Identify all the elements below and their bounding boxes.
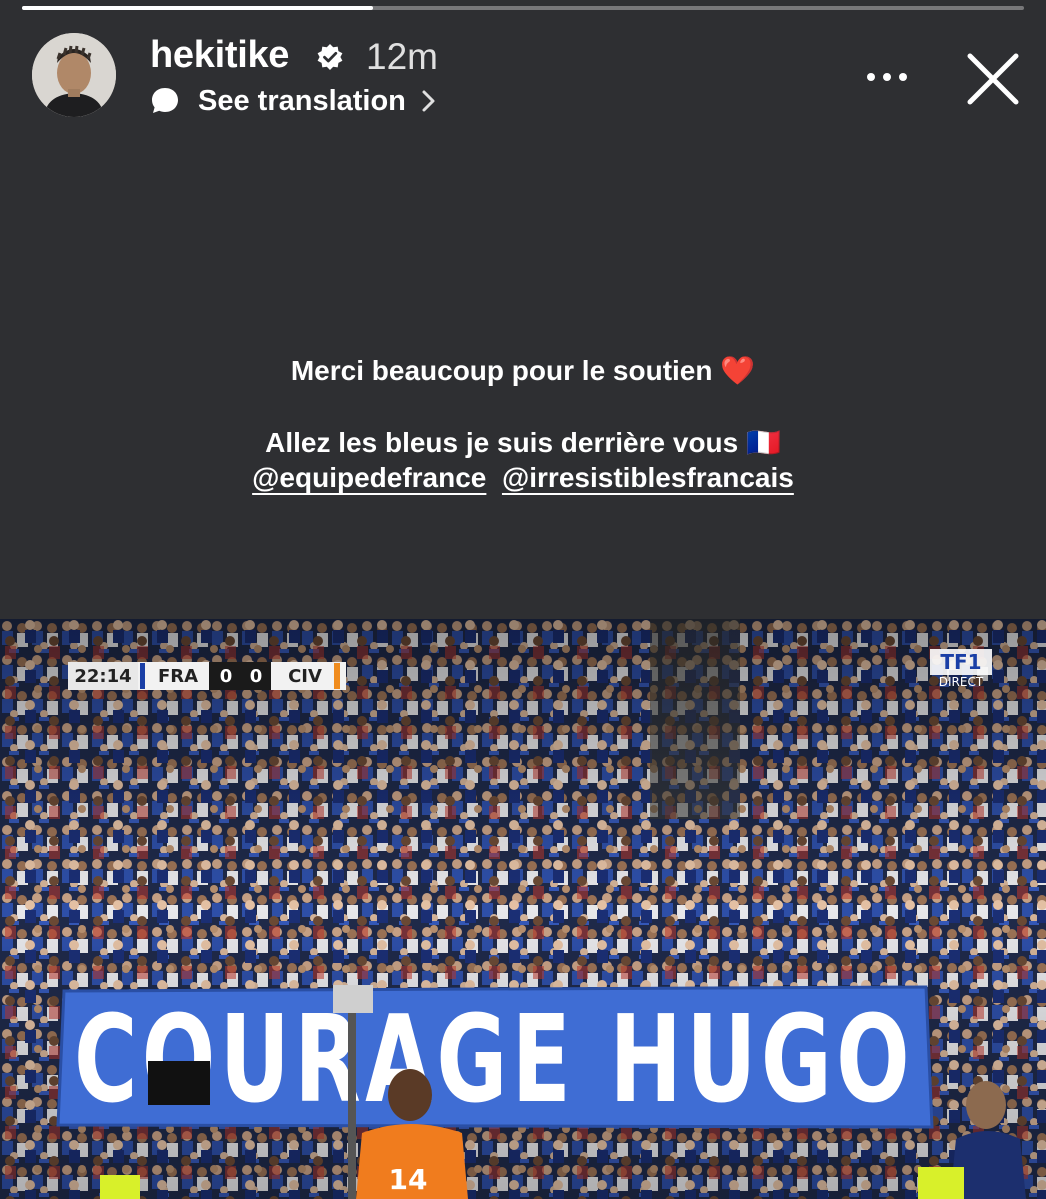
away-team: CIV (288, 666, 322, 687)
caption-line-2: Allez les bleus je suis derrière vous 🇫🇷 (265, 427, 781, 458)
post-time: 12m (366, 36, 438, 77)
close-icon[interactable] (964, 50, 1022, 108)
away-score: 0 (250, 666, 263, 687)
stadium-photo: 22:14 FRA 0 0 CIV TF1 DIRECT COURAGE HUG… (0, 619, 1046, 1199)
home-score: 0 (220, 666, 233, 687)
speech-bubble-icon (152, 88, 178, 113)
banner-text: COURAGE HUGO (74, 991, 914, 1130)
caption-line-1: Merci beaucoup pour le soutien ❤️ (290, 355, 756, 386)
see-translation-label: See translation (198, 84, 406, 117)
shared-photo[interactable]: 22:14 FRA 0 0 CIV TF1 DIRECT COURAGE HUG… (0, 619, 1046, 1199)
avatar[interactable] (32, 33, 116, 117)
mention-equipedefrance[interactable]: @equipedefrance (252, 462, 486, 493)
see-translation-button[interactable]: See translation (150, 84, 440, 118)
tf1-logo: TF1 DIRECT (930, 649, 992, 689)
broadcaster-logo-text: TF1 (940, 650, 981, 674)
more-options-icon[interactable] (862, 62, 912, 92)
courage-hugo-banner: COURAGE HUGO (56, 985, 934, 1130)
broadcaster-direct-tag: DIRECT (939, 675, 984, 689)
match-clock: 22:14 (74, 666, 131, 687)
username[interactable]: hekitike (150, 34, 289, 77)
player-number: 14 (389, 1163, 428, 1196)
mention-irresistiblesfrancais[interactable]: @irresistiblesfrancais (502, 462, 794, 493)
scoreboard: 22:14 FRA 0 0 CIV (68, 662, 346, 690)
avatar-photo (32, 33, 116, 117)
story-progress-fill (22, 6, 373, 10)
home-team: FRA (158, 666, 198, 687)
verified-badge-icon (317, 44, 343, 70)
chevron-right-icon (422, 90, 435, 112)
caption-mentions: @equipedefrance @irresistiblesfrancais (0, 462, 1046, 494)
story-progress-bar (22, 6, 1024, 10)
